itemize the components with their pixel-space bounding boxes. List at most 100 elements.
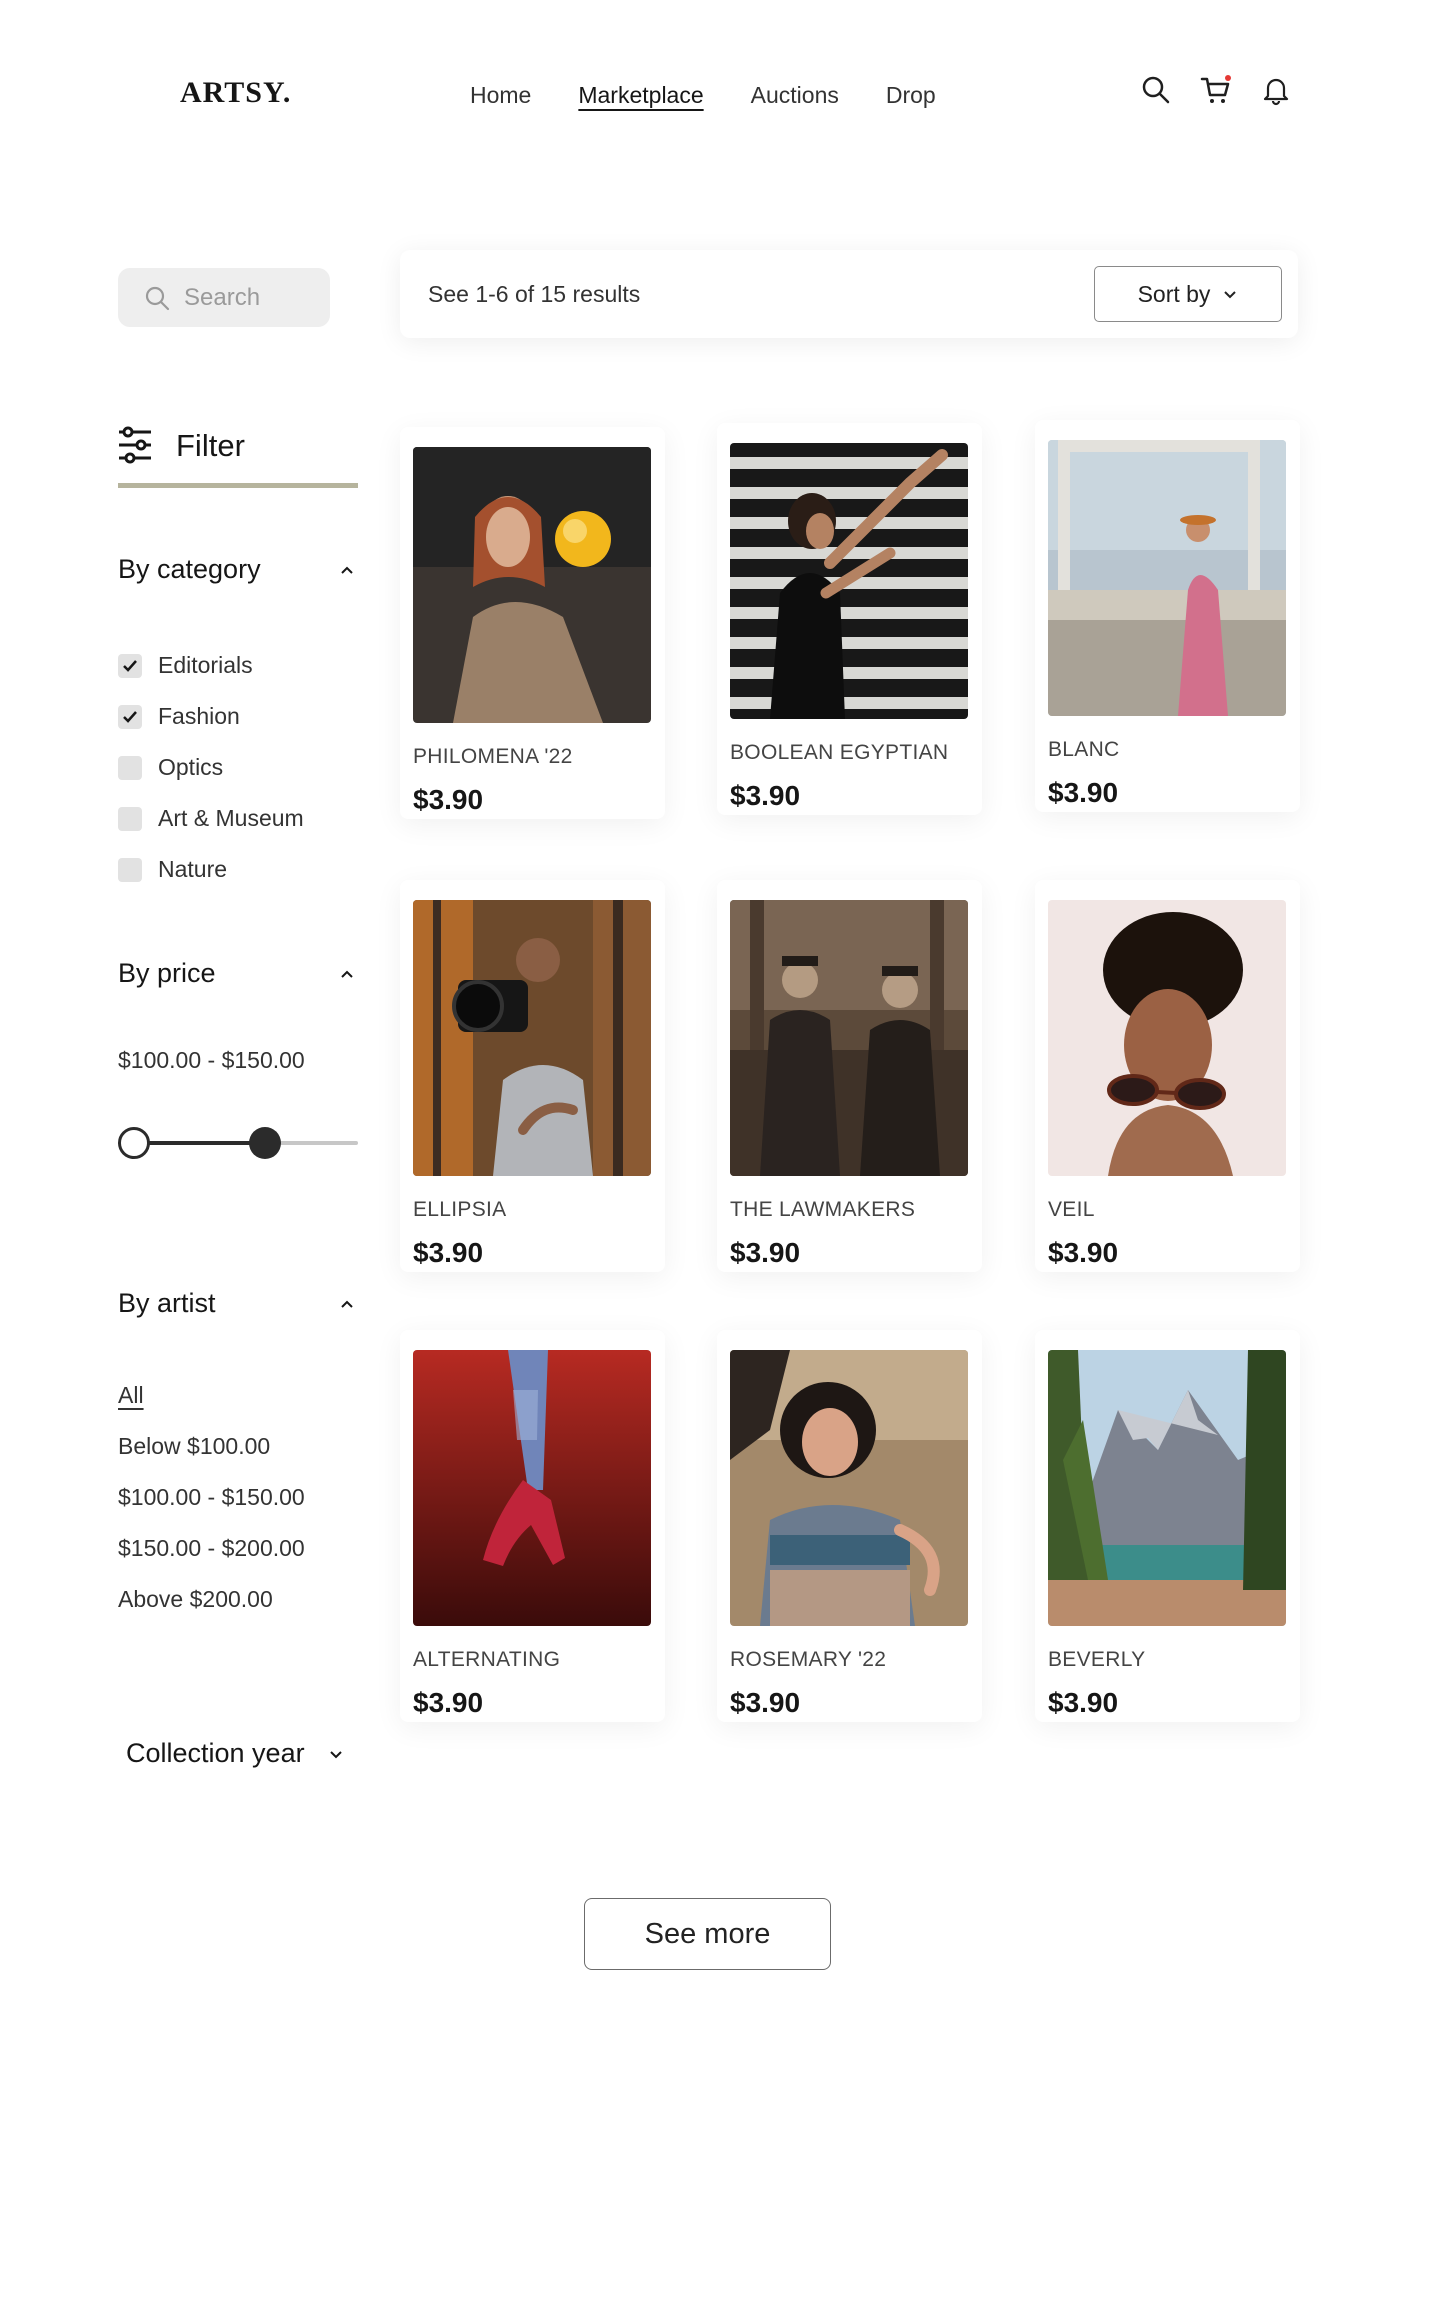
bell-icon[interactable] — [1260, 74, 1292, 106]
product-card[interactable]: BLANC $3.90 — [1035, 420, 1300, 812]
cart-icon[interactable] — [1200, 74, 1232, 106]
product-title: ROSEMARY '22 — [730, 1648, 887, 1671]
product-card[interactable]: ELLIPSIA $3.90 — [400, 880, 665, 1272]
artist-option-label: All — [118, 1382, 144, 1408]
nav-auctions[interactable]: Auctions — [751, 82, 839, 109]
product-price: $3.90 — [730, 1687, 801, 1718]
category-list: Editorials Fashion Optics Art & Museum N… — [118, 640, 304, 895]
sort-by-button[interactable]: Sort by — [1094, 266, 1282, 322]
category-item-art-museum[interactable]: Art & Museum — [118, 793, 304, 844]
chevron-up-icon[interactable] — [338, 561, 356, 579]
results-toolbar: See 1-6 of 15 results Sort by — [400, 250, 1298, 338]
slider-fill — [132, 1141, 266, 1145]
artist-option-all[interactable]: All — [118, 1370, 305, 1421]
checkbox[interactable] — [118, 857, 142, 882]
price-title: By price — [118, 958, 216, 988]
chevron-down-icon[interactable] — [327, 1745, 345, 1763]
sort-by-label: Sort by — [1137, 280, 1211, 307]
artist-option-label: Below $100.00 — [118, 1433, 271, 1459]
product-image[interactable] — [413, 447, 651, 723]
nav-drop[interactable]: Drop — [886, 82, 936, 109]
artist-option-above-200[interactable]: Above $200.00 — [118, 1574, 305, 1625]
checkbox-checked[interactable] — [118, 704, 142, 729]
product-card[interactable]: ALTERNATING $3.90 — [400, 1330, 665, 1722]
filter-title: Filter — [176, 428, 245, 463]
category-label: Nature — [158, 856, 228, 882]
product-title: BOOLEAN EGYPTIAN — [730, 741, 949, 764]
product-card[interactable]: BEVERLY $3.90 — [1035, 1330, 1300, 1722]
category-label: Fashion — [158, 703, 240, 729]
artist-option-150-200[interactable]: $150.00 - $200.00 — [118, 1523, 305, 1574]
product-card[interactable]: THE LAWMAKERS $3.90 — [717, 880, 982, 1272]
price-range-label: $100.00 - $150.00 — [118, 1047, 305, 1073]
product-image[interactable] — [413, 900, 651, 1176]
search-input[interactable] — [184, 283, 324, 312]
checkmark-icon — [123, 710, 137, 723]
product-title: PHILOMENA '22 — [413, 745, 573, 768]
artist-option-100-150[interactable]: $100.00 - $150.00 — [118, 1472, 305, 1523]
product-card[interactable]: PHILOMENA '22 $3.90 — [400, 427, 665, 819]
product-price: $3.90 — [730, 780, 801, 811]
results-count: See 1-6 of 15 results — [428, 280, 641, 307]
category-label: Optics — [158, 754, 224, 780]
category-item-nature[interactable]: Nature — [118, 844, 304, 895]
product-image[interactable] — [1048, 1350, 1286, 1626]
product-price: $3.90 — [730, 1237, 801, 1268]
collection-year-title: Collection year — [126, 1738, 305, 1768]
price-section-header[interactable]: By price — [118, 958, 356, 989]
product-image[interactable] — [730, 1350, 968, 1626]
artist-filter-list: All Below $100.00 $100.00 - $150.00 $150… — [118, 1370, 305, 1625]
filter-sliders-icon — [119, 426, 151, 464]
product-card[interactable]: VEIL $3.90 — [1035, 880, 1300, 1272]
main-nav: Home Marketplace Auctions Drop — [470, 82, 936, 109]
slider-min-handle[interactable] — [118, 1127, 150, 1159]
chevron-up-icon[interactable] — [338, 1295, 356, 1313]
header-icons — [1140, 74, 1292, 106]
product-image[interactable] — [413, 1350, 651, 1626]
product-price: $3.90 — [413, 1237, 484, 1268]
category-item-optics[interactable]: Optics — [118, 742, 304, 793]
product-price: $3.90 — [413, 1687, 484, 1718]
product-image[interactable] — [1048, 900, 1286, 1176]
category-section-header[interactable]: By category — [118, 554, 356, 585]
artist-option-below-100[interactable]: Below $100.00 — [118, 1421, 305, 1472]
brand-logo[interactable]: ARTSY. — [180, 76, 291, 110]
category-title: By category — [118, 554, 261, 584]
slider-max-handle[interactable] — [249, 1127, 281, 1159]
nav-home[interactable]: Home — [470, 82, 531, 109]
product-card[interactable]: BOOLEAN EGYPTIAN $3.90 — [717, 423, 982, 815]
product-price: $3.90 — [1048, 1237, 1119, 1268]
artist-section-header[interactable]: By artist — [118, 1288, 356, 1319]
category-item-fashion[interactable]: Fashion — [118, 691, 304, 742]
product-title: ALTERNATING — [413, 1648, 561, 1671]
search-icon — [145, 286, 170, 310]
product-image[interactable] — [1048, 440, 1286, 716]
cart-notification-dot — [1225, 75, 1231, 81]
product-price: $3.90 — [1048, 777, 1119, 808]
artist-option-label: $150.00 - $200.00 — [118, 1535, 305, 1561]
artist-option-label: $100.00 - $150.00 — [118, 1484, 305, 1510]
product-card[interactable]: ROSEMARY '22 $3.90 — [717, 1330, 982, 1722]
chevron-down-icon — [1224, 291, 1237, 299]
product-price: $3.90 — [413, 784, 484, 815]
checkbox-checked[interactable] — [118, 653, 142, 678]
nav-marketplace[interactable]: Marketplace — [578, 82, 703, 109]
collection-year-section-header[interactable]: Collection year — [126, 1738, 356, 1769]
product-title: BEVERLY — [1048, 1648, 1146, 1671]
product-title: VEIL — [1048, 1198, 1095, 1221]
product-title: THE LAWMAKERS — [730, 1198, 916, 1221]
checkbox[interactable] — [118, 806, 142, 831]
filter-header: Filter — [118, 426, 358, 488]
category-item-editorials[interactable]: Editorials — [118, 640, 304, 691]
artist-title: By artist — [118, 1288, 216, 1318]
price-range-slider[interactable] — [118, 1126, 358, 1160]
search-icon[interactable] — [1140, 74, 1172, 106]
see-more-button[interactable]: See more — [584, 1898, 831, 1970]
checkbox[interactable] — [118, 755, 142, 780]
chevron-up-icon[interactable] — [338, 965, 356, 983]
product-price: $3.90 — [1048, 1687, 1119, 1718]
product-image[interactable] — [730, 900, 968, 1176]
search-box[interactable] — [118, 268, 330, 327]
product-image[interactable] — [730, 443, 968, 719]
product-title: ELLIPSIA — [413, 1198, 507, 1221]
